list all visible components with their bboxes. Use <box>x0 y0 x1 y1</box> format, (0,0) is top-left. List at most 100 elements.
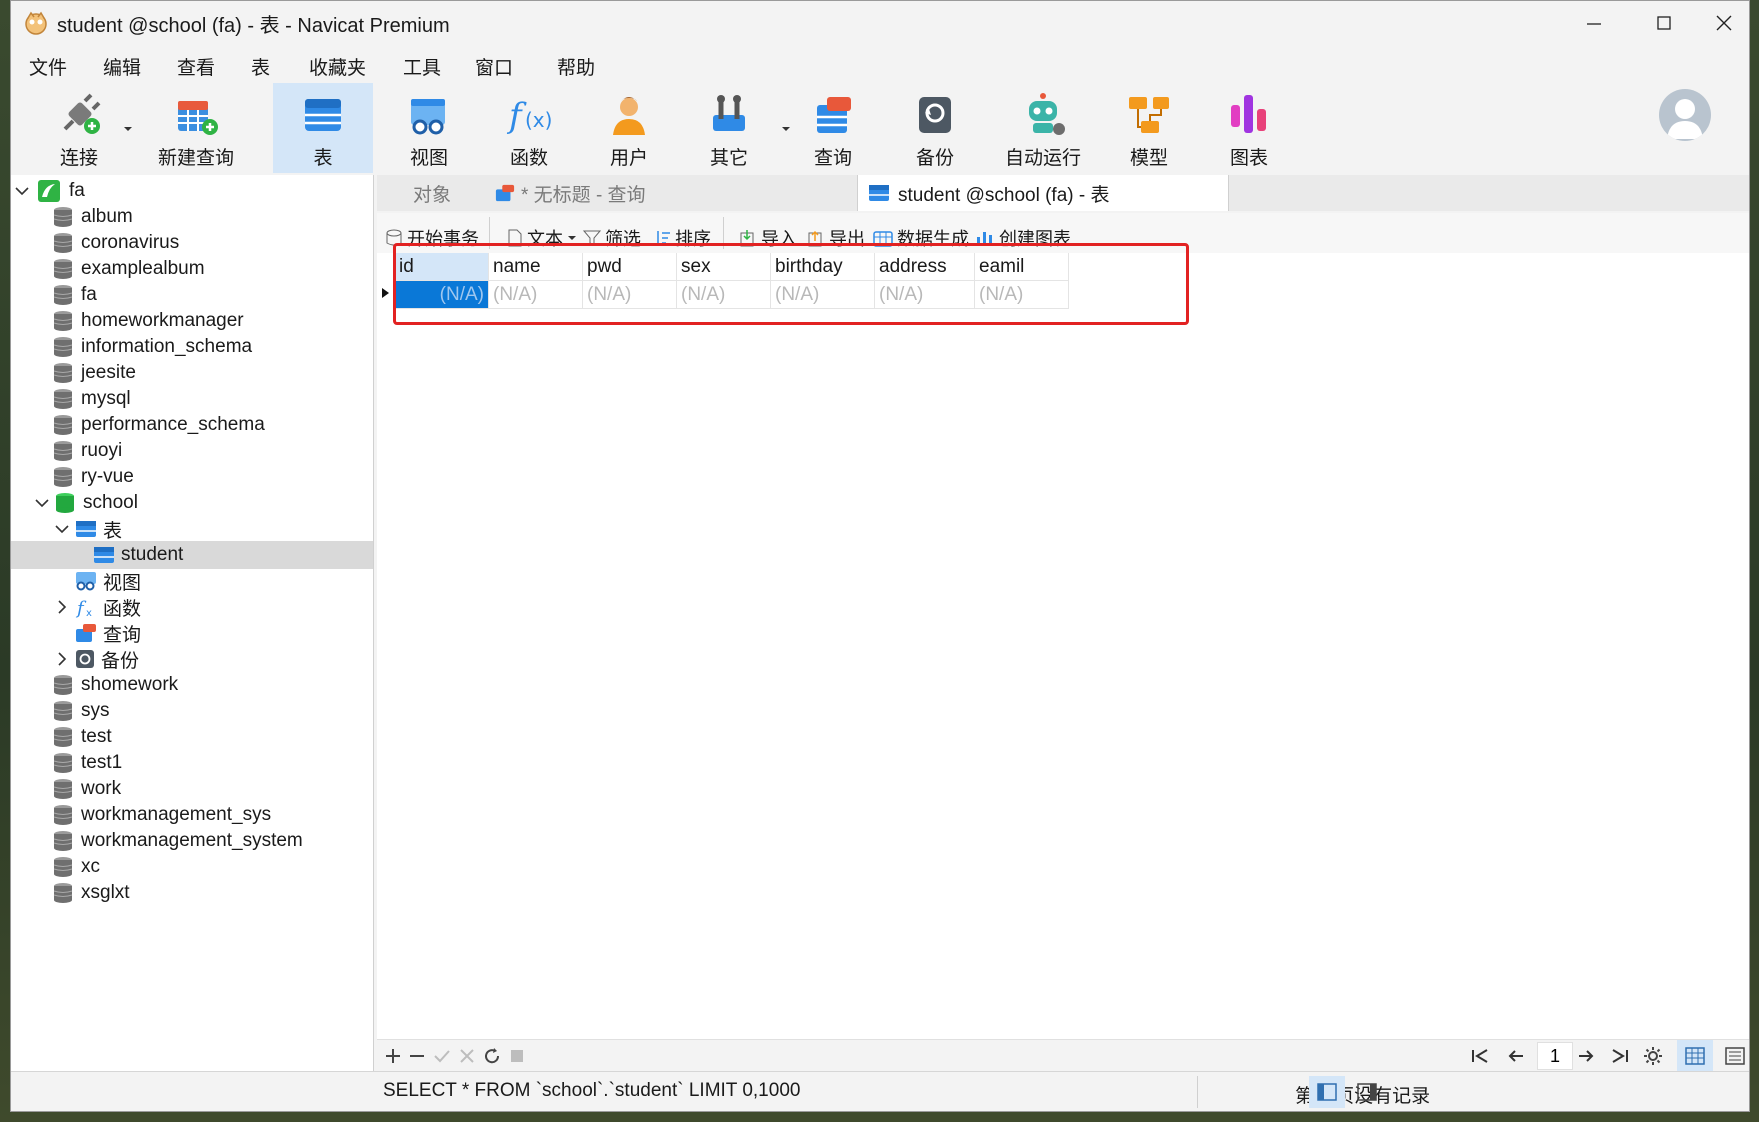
toolbar-function-label: 函数 <box>509 148 548 169</box>
tree-views-folder[interactable]: 视图 <box>11 567 373 595</box>
refresh-icon[interactable] <box>483 1047 501 1065</box>
chevron-down-icon[interactable] <box>53 520 71 538</box>
tree-db-label: performance_schema <box>81 414 265 435</box>
tree-db-shomework[interactable]: shomework <box>11 671 373 699</box>
toggle-left-panel-button[interactable] <box>1309 1076 1345 1108</box>
tree-table-student[interactable]: student <box>11 541 373 569</box>
svg-text:(x): (x) <box>525 108 552 132</box>
tree-db-xsglxt[interactable]: xsglxt <box>11 879 373 907</box>
tree-tables-folder[interactable]: 表 <box>11 515 373 543</box>
tree-db-test1[interactable]: test1 <box>11 749 373 777</box>
tab-objects[interactable]: 对象 <box>377 175 487 211</box>
menu-view[interactable]: 查看 <box>165 53 227 80</box>
add-record-icon[interactable] <box>385 1048 401 1064</box>
tree-db-information_schema[interactable]: information_schema <box>11 333 373 361</box>
tree-db-fa[interactable]: fa <box>11 281 373 309</box>
last-page-icon[interactable] <box>1611 1048 1629 1064</box>
tree-db-label: ry-vue <box>81 466 134 487</box>
tab-student-table[interactable]: student @school (fa) - 表 <box>857 175 1229 211</box>
menu-help[interactable]: 帮助 <box>545 53 607 80</box>
tree-db-workmanagement_system[interactable]: workmanagement_system <box>11 827 373 855</box>
toolbar-others-button[interactable]: 其它 <box>687 83 771 173</box>
menu-tools[interactable]: 工具 <box>391 53 453 80</box>
grid-view-icon <box>1685 1047 1705 1065</box>
apply-changes-icon[interactable] <box>433 1048 451 1064</box>
tree-db-school-label: school <box>83 492 138 513</box>
discard-changes-icon[interactable] <box>459 1048 475 1064</box>
toolbar-table-button[interactable]: 表 <box>273 83 373 173</box>
menu-edit[interactable]: 编辑 <box>91 53 153 80</box>
chevron-down-icon[interactable] <box>33 494 51 512</box>
toolbar-model-button[interactable]: 模型 <box>1107 83 1191 173</box>
tree-db-sys[interactable]: sys <box>11 697 373 725</box>
menu-favorites[interactable]: 收藏夹 <box>297 53 378 80</box>
next-page-icon[interactable] <box>1577 1048 1595 1064</box>
toolbar-model-label: 模型 <box>1129 148 1168 169</box>
tree-db-school[interactable]: school <box>11 489 373 517</box>
tree-connection-fa[interactable]: fa <box>11 177 373 205</box>
close-button[interactable] <box>1689 1 1749 45</box>
tree-db-examplealbum[interactable]: examplealbum <box>11 255 373 283</box>
previous-page-icon[interactable] <box>1507 1048 1525 1064</box>
menu-table[interactable]: 表 <box>239 53 282 80</box>
tree-db-ruoyi[interactable]: ruoyi <box>11 437 373 465</box>
annotation-highlight-box <box>393 243 1189 325</box>
record-toolbar: 1 <box>377 1039 1749 1072</box>
tree-db-work[interactable]: work <box>11 775 373 803</box>
menu-window[interactable]: 窗口 <box>463 53 525 80</box>
tree-queries-folder[interactable]: 查询 <box>11 619 373 647</box>
connect-dropdown-icon[interactable] <box>123 125 133 133</box>
tree-db-ry-vue[interactable]: ry-vue <box>11 463 373 491</box>
tree-db-homeworkmanager[interactable]: homeworkmanager <box>11 307 373 335</box>
minimize-button[interactable] <box>1559 1 1629 45</box>
toolbar-connect-button[interactable]: 连接 <box>35 83 123 173</box>
toolbar-user-button[interactable]: 用户 <box>587 83 671 173</box>
tree-backups-folder[interactable]: 备份 <box>11 645 373 673</box>
others-dropdown-icon[interactable] <box>781 125 791 133</box>
database-icon <box>53 831 73 851</box>
maximize-icon <box>1657 16 1671 30</box>
toolbar-query-button[interactable]: 查询 <box>791 83 875 173</box>
chevron-right-icon[interactable] <box>53 598 71 616</box>
database-icon <box>53 779 73 799</box>
toolbar-chart-button[interactable]: 图表 <box>1207 83 1291 173</box>
tree-db-album[interactable]: album <box>11 203 373 231</box>
tab-untitled-query[interactable]: * 无标题 - 查询 <box>487 175 795 211</box>
settings-gear-icon[interactable] <box>1643 1046 1663 1066</box>
tab-untitled-query-label: * 无标题 - 查询 <box>521 184 646 206</box>
menu-file[interactable]: 文件 <box>17 53 79 80</box>
status-bar: SELECT * FROM `school`.`student` LIMIT 0… <box>11 1071 1749 1111</box>
delete-record-icon[interactable] <box>409 1048 425 1064</box>
tree-db-test[interactable]: test <box>11 723 373 751</box>
tree-db-jeesite[interactable]: jeesite <box>11 359 373 387</box>
toolbar-connect-label: 连接 <box>59 148 98 169</box>
tree-db-label: mysql <box>81 388 131 409</box>
user-avatar[interactable] <box>1659 89 1711 141</box>
tree-db-label: album <box>81 206 133 227</box>
first-page-icon[interactable] <box>1471 1048 1489 1064</box>
chevron-right-icon[interactable] <box>53 650 71 668</box>
tree-db-label: coronavirus <box>81 232 180 253</box>
toolbar-view-button[interactable]: 视图 <box>387 83 471 173</box>
stop-icon[interactable] <box>509 1048 525 1064</box>
toolbar-others-label: 其它 <box>709 148 748 169</box>
tree-functions-folder[interactable]: f x 函数 <box>11 593 373 621</box>
grid-view-button[interactable] <box>1677 1040 1713 1072</box>
form-view-button[interactable] <box>1717 1040 1749 1072</box>
toolbar-backup-button[interactable]: 备份 <box>893 83 977 173</box>
toolbar-function-button[interactable]: f (x) 函数 <box>487 83 571 173</box>
toolbar-automation-button[interactable]: 自动运行 <box>991 83 1095 173</box>
tree-db-workmanagement_sys[interactable]: workmanagement_sys <box>11 801 373 829</box>
tree-db-coronavirus[interactable]: coronavirus <box>11 229 373 257</box>
tab-objects-label: 对象 <box>412 184 451 206</box>
user-icon <box>613 97 645 135</box>
toggle-right-panel-button[interactable] <box>1349 1076 1385 1108</box>
chevron-down-icon[interactable] <box>13 182 31 200</box>
page-number-input[interactable]: 1 <box>1537 1042 1573 1070</box>
tree-db-xc[interactable]: xc <box>11 853 373 881</box>
tree-connection-label: fa <box>69 180 85 201</box>
tree-db-mysql[interactable]: mysql <box>11 385 373 413</box>
tree-db-label: work <box>81 778 122 799</box>
toolbar-new-query-button[interactable]: 新建查询 <box>137 83 255 173</box>
tree-db-performance_schema[interactable]: performance_schema <box>11 411 373 439</box>
